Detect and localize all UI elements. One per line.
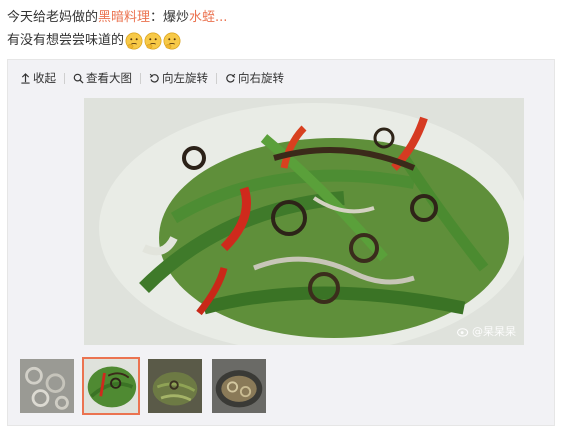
view-large-button[interactable]: 查看大图 [73, 70, 132, 86]
image-watermark: @杲杲杲 [457, 323, 516, 339]
post-text-question: 有没有想尝尝味道的 [7, 33, 125, 48]
thumbnail-1[interactable] [18, 357, 76, 415]
post-text: 今天给老妈做的 黑暗料理 ：爆炒 水蛭... 有没有想尝尝味道的 [7, 6, 555, 52]
toolbar-divider [216, 72, 217, 84]
main-photo[interactable]: @杲杲杲 [84, 98, 524, 345]
stir-fry-dish-image [84, 98, 524, 345]
post-line-1: 今天给老妈做的 黑暗料理 ：爆炒 水蛭... [7, 6, 555, 29]
thumbnail-4[interactable] [210, 357, 268, 415]
thinking-face-icon [163, 32, 181, 49]
post-text-prefix: 今天给老妈做的 [7, 10, 99, 25]
stir-fry-thumbnail-image [84, 359, 138, 413]
watermark-text: @杲杲杲 [472, 325, 516, 338]
rotate-left-button[interactable]: 向左旋转 [149, 70, 208, 86]
leeches-thumbnail-image [20, 359, 74, 413]
wok-thumbnail-image [212, 359, 266, 413]
weibo-logo-icon [457, 327, 469, 337]
topic-link-leech[interactable]: 水蛭... [189, 6, 227, 29]
post-text-middle: ：爆炒 [150, 10, 190, 25]
toolbar-divider [64, 72, 65, 84]
rotate-left-label: 向左旋转 [162, 71, 208, 85]
rotate-right-label: 向右旋转 [238, 71, 284, 85]
thumbnail-3[interactable] [146, 357, 204, 415]
thumbnail-2-selected[interactable] [82, 357, 140, 415]
magnifier-icon [73, 73, 84, 84]
toolbar-divider [140, 72, 141, 84]
post-line-2: 有没有想尝尝味道的 [7, 29, 555, 52]
thinking-face-icon [144, 32, 162, 49]
view-large-label: 查看大图 [86, 71, 132, 85]
thinking-face-icon [125, 32, 143, 49]
media-expanded-panel: 收起 查看大图 向左旋转 向右旋转 @杲杲杲 [7, 59, 555, 426]
rotate-left-icon [149, 73, 159, 83]
topic-link-dark-cuisine[interactable]: 黑暗料理 [98, 6, 150, 29]
collapse-button[interactable]: 收起 [20, 70, 56, 86]
rotate-right-icon [226, 73, 236, 83]
media-toolbar: 收起 查看大图 向左旋转 向右旋转 [20, 69, 284, 87]
rotate-right-button[interactable]: 向右旋转 [225, 70, 284, 86]
collapse-arrow-icon [21, 72, 30, 84]
collapse-label: 收起 [33, 71, 56, 85]
thumbnail-strip [18, 357, 274, 415]
cooking-thumbnail-image [148, 359, 202, 413]
